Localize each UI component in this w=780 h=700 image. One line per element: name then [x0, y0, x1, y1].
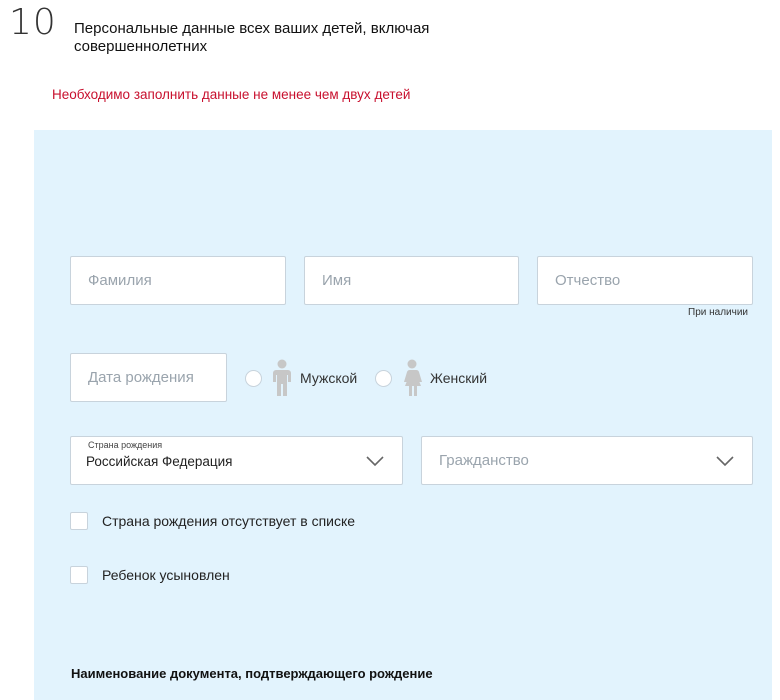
male-figure-icon [271, 359, 293, 397]
last-name-field[interactable] [70, 256, 286, 305]
patronymic-field[interactable] [537, 256, 753, 305]
gender-male-radio[interactable] [245, 369, 262, 387]
gender-female-label: Женский [430, 370, 488, 386]
step-title: Персональные данные всех ваших детей, вк… [74, 20, 430, 55]
birth-country-value: Российская Федерация [86, 454, 233, 469]
first-name-field[interactable] [304, 256, 519, 305]
adopted-option[interactable]: Ребенок усыновлен [70, 566, 230, 584]
chevron-down-icon [366, 454, 384, 472]
chevron-down-icon [716, 454, 734, 472]
birth-country-select[interactable]: Страна рождения Российская Федерация [70, 436, 403, 485]
birth-date-input[interactable] [71, 354, 226, 401]
adopted-checkbox[interactable] [70, 566, 88, 584]
step-number: 10 [9, 2, 57, 43]
country-missing-label: Страна рождения отсутствует в списке [102, 513, 356, 529]
gender-female-option[interactable]: Женский [375, 359, 487, 397]
citizenship-placeholder: Гражданство [439, 452, 529, 469]
citizenship-select[interactable]: Гражданство [421, 436, 753, 485]
patronymic-input[interactable] [538, 257, 752, 304]
female-figure-icon [401, 359, 423, 397]
birth-document-heading: Наименование документа, подтверждающего … [71, 666, 433, 681]
gender-female-radio[interactable] [375, 369, 392, 387]
first-name-input[interactable] [305, 257, 518, 304]
validation-error: Необходимо заполнить данные не менее чем… [52, 87, 411, 102]
gender-male-label: Мужской [300, 370, 358, 386]
gender-male-option[interactable]: Мужской [245, 359, 357, 397]
birth-country-label: Страна рождения [88, 440, 163, 450]
country-missing-checkbox[interactable] [70, 512, 88, 530]
last-name-input[interactable] [71, 257, 285, 304]
adopted-label: Ребенок усыновлен [102, 567, 230, 583]
birth-date-field[interactable] [70, 353, 227, 402]
patronymic-hint: При наличии [688, 307, 748, 318]
child-form-panel [34, 130, 772, 700]
country-missing-option[interactable]: Страна рождения отсутствует в списке [70, 512, 355, 530]
